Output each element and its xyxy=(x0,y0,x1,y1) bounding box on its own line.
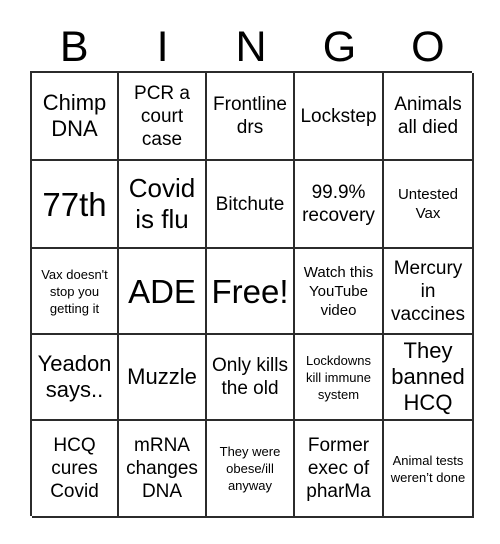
bingo-square[interactable]: Lockstep xyxy=(295,73,384,161)
bingo-square[interactable]: Former exec of pharMa xyxy=(295,421,384,518)
bingo-square-label: Lockstep xyxy=(300,105,377,127)
bingo-square-label: Bitchute xyxy=(215,193,285,215)
bingo-square-label: They banned HCQ xyxy=(391,338,465,415)
header-letter-text: I xyxy=(156,23,169,71)
bingo-square-label: Lockdowns kill immune system xyxy=(305,352,372,402)
bingo-header-row: B I N G O xyxy=(30,14,472,70)
bingo-square-label: Mercury in vaccines xyxy=(391,257,465,325)
bingo-square-label: Chimp DNA xyxy=(42,90,107,141)
bingo-square-label: Frontline drs xyxy=(213,94,287,138)
bingo-header-letter-g: G xyxy=(295,14,383,70)
bingo-square-label: mRNA changes DNA xyxy=(126,435,198,502)
bingo-square[interactable]: Free! xyxy=(207,249,295,335)
bingo-square[interactable]: Bitchute xyxy=(207,161,295,249)
bingo-square[interactable]: 99.9% recovery xyxy=(295,161,384,249)
bingo-card: B I N G O Chimp DNA PCR a court case Fro… xyxy=(0,0,500,544)
bingo-square-label: Muzzle xyxy=(127,364,197,389)
bingo-square[interactable]: Lockdowns kill immune system xyxy=(295,335,384,421)
bingo-header-letter-b: B xyxy=(30,14,118,70)
bingo-square[interactable]: Untested Vax xyxy=(384,161,474,249)
bingo-square-label: 99.9% recovery xyxy=(302,182,375,226)
bingo-header-letter-o: O xyxy=(384,14,472,70)
bingo-square[interactable]: Animal tests weren’t done xyxy=(384,421,474,518)
bingo-square[interactable]: 77th xyxy=(32,161,119,249)
bingo-square-label: Animal tests weren’t done xyxy=(390,452,466,485)
bingo-square-label: Animals all died xyxy=(394,94,462,138)
bingo-square-label: ADE xyxy=(128,272,196,310)
bingo-square-label: Only kills the old xyxy=(211,355,288,399)
header-letter-text: O xyxy=(411,23,445,71)
bingo-square[interactable]: Yeadon says.. xyxy=(32,335,119,421)
bingo-square[interactable]: HCQ cures Covid xyxy=(32,421,119,518)
bingo-square[interactable]: They were obese/ill anyway xyxy=(207,421,295,518)
bingo-square-label: Watch this YouTube video xyxy=(303,263,374,319)
bingo-square-label: Free! xyxy=(211,272,289,310)
bingo-square[interactable]: Muzzle xyxy=(119,335,207,421)
bingo-square[interactable]: They banned HCQ xyxy=(384,335,474,421)
bingo-square[interactable]: ADE xyxy=(119,249,207,335)
bingo-square-label: Covid is flu xyxy=(128,173,196,234)
bingo-square[interactable]: Chimp DNA xyxy=(32,73,119,161)
bingo-square[interactable]: PCR a court case xyxy=(119,73,207,161)
header-letter-text: N xyxy=(235,23,267,71)
bingo-square-label: HCQ cures Covid xyxy=(50,435,99,502)
header-letter-text: G xyxy=(322,23,357,71)
bingo-square[interactable]: Animals all died xyxy=(384,73,474,161)
bingo-square[interactable]: Only kills the old xyxy=(207,335,295,421)
bingo-square-label: They were obese/ill anyway xyxy=(219,444,281,493)
bingo-square-label: 77th xyxy=(42,185,107,223)
bingo-square-label: Former exec of pharMa xyxy=(306,435,371,502)
bingo-header-letter-n: N xyxy=(207,14,295,70)
bingo-square[interactable]: Covid is flu xyxy=(119,161,207,249)
bingo-square-label: Yeadon says.. xyxy=(37,351,112,402)
header-letter-text: B xyxy=(59,23,89,71)
bingo-square[interactable]: Mercury in vaccines xyxy=(384,249,474,335)
bingo-grid: Chimp DNA PCR a court case Frontline drs… xyxy=(30,71,474,518)
bingo-square-label: Vax doesn't stop you getting it xyxy=(41,266,108,316)
bingo-square-label: PCR a court case xyxy=(134,82,190,150)
bingo-square[interactable]: Vax doesn't stop you getting it xyxy=(32,249,119,335)
bingo-header-letter-i: I xyxy=(118,14,206,70)
bingo-square[interactable]: Watch this YouTube video xyxy=(295,249,384,335)
bingo-square[interactable]: mRNA changes DNA xyxy=(119,421,207,518)
bingo-square[interactable]: Frontline drs xyxy=(207,73,295,161)
bingo-square-label: Untested Vax xyxy=(397,186,459,222)
